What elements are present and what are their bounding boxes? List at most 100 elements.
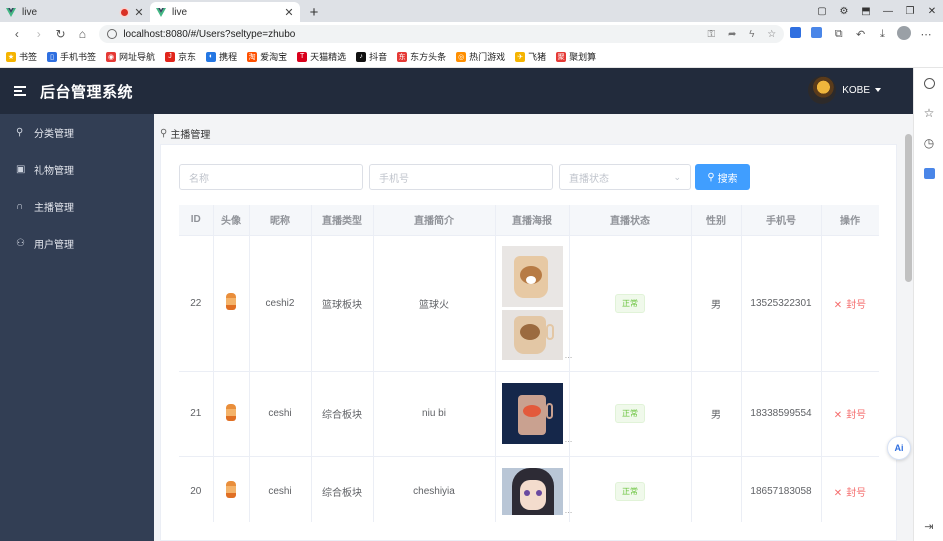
col-header: 操作 bbox=[821, 205, 879, 236]
sidebar-item-category[interactable]: ⚲ 分类管理 bbox=[0, 114, 154, 151]
cell-avatar bbox=[213, 456, 250, 522]
cell-id: 22 bbox=[179, 235, 214, 372]
cell-phone: 18338599554 bbox=[741, 371, 822, 457]
site-info-icon[interactable] bbox=[107, 29, 118, 39]
col-header: 昵称 bbox=[249, 205, 312, 236]
bookmark-item[interactable]: ◉ 网址导航 bbox=[106, 50, 155, 63]
cell-phone: 18657183058 bbox=[741, 456, 822, 522]
avatar-icon bbox=[226, 293, 236, 310]
download-icon[interactable]: ⤓ bbox=[871, 28, 893, 41]
name-input[interactable]: 名称 bbox=[179, 164, 363, 190]
maximize-button[interactable]: ❐ bbox=[899, 6, 921, 17]
scrollbar-thumb[interactable] bbox=[905, 134, 912, 282]
live-status-select[interactable]: 直播状态 ⌄ bbox=[559, 164, 691, 190]
sidebar-item-user[interactable]: ⚇ 用户管理 bbox=[0, 225, 154, 262]
user-menu[interactable]: KOBE bbox=[808, 76, 881, 104]
search-button[interactable]: ⚲ 搜索 bbox=[695, 164, 750, 190]
tab-list-icon[interactable]: ▢ bbox=[811, 6, 833, 17]
url-field[interactable]: localhost:8080/#/Users?seltype=zhubo ⚿ ➦… bbox=[99, 25, 785, 43]
page-scrollbar[interactable] bbox=[903, 124, 913, 531]
more-menu-icon[interactable]: ⋯ bbox=[915, 28, 937, 41]
browser-tab-1[interactable]: live ✕ bbox=[0, 2, 150, 22]
poster-image[interactable] bbox=[501, 246, 563, 307]
bookmark-item[interactable]: 东东方头条 bbox=[397, 50, 446, 63]
search-icon[interactable] bbox=[914, 68, 943, 98]
ai-assistant-button[interactable]: Ai bbox=[887, 436, 911, 460]
sidebar-item-label: 礼物管理 bbox=[34, 166, 74, 177]
ban-button[interactable]: ✕ 封号 bbox=[834, 300, 866, 311]
browser-tab-2[interactable]: live ✕ bbox=[150, 2, 300, 22]
home-icon[interactable]: ⌂ bbox=[71, 27, 93, 41]
bookmark-item[interactable]: J 京东 bbox=[165, 50, 196, 63]
phone-input[interactable]: 手机号 bbox=[369, 164, 553, 190]
bookmark-item[interactable]: ♪ 抖音 bbox=[356, 50, 387, 63]
cell-nick: ceshi2 bbox=[249, 235, 312, 372]
bookmark-item[interactable]: 聚聚划算 bbox=[556, 50, 596, 63]
bookmark-favicon-icon: ◎ bbox=[456, 51, 467, 62]
profile-icon[interactable] bbox=[893, 25, 915, 43]
browser-tabbar: live ✕ live ✕ + ▢ ⚙ ⬒ — ❐ ✕ bbox=[0, 0, 943, 22]
close-icon: ✕ bbox=[833, 299, 843, 311]
col-header: 性别 bbox=[691, 205, 742, 236]
poster-image[interactable] bbox=[501, 383, 563, 444]
bookmark-item[interactable]: ✈ 飞猪 bbox=[515, 50, 546, 63]
bookmark-item[interactable]: ▯ 手机书签 bbox=[47, 50, 96, 63]
cell-id: 21 bbox=[179, 371, 214, 457]
sidebar-item-label: 分类管理 bbox=[34, 129, 74, 140]
history-icon[interactable]: ◷ bbox=[914, 128, 943, 158]
bookmark-favicon-icon: ◉ bbox=[106, 51, 117, 62]
close-tab-icon[interactable]: ✕ bbox=[134, 6, 144, 19]
poster-image[interactable] bbox=[501, 310, 563, 360]
bookmark-item[interactable]: T 天猫精选 bbox=[297, 50, 346, 63]
cell-type: 综合板块 bbox=[311, 456, 374, 522]
sidebar: ⚲ 分类管理 ▣ 礼物管理 ∩ 主播管理 ⚇ 用户管理 bbox=[0, 114, 154, 541]
bookmark-item[interactable]: ◎ 热门游戏 bbox=[456, 50, 505, 63]
sidebar-item-gift[interactable]: ▣ 礼物管理 bbox=[0, 151, 154, 188]
col-header: 直播状态 bbox=[569, 205, 692, 236]
bookmark-item[interactable]: ★ 书签 bbox=[6, 50, 37, 63]
bookmark-favicon-icon: ♪ bbox=[356, 51, 367, 62]
headset-icon: ∩ bbox=[16, 201, 24, 212]
bookmarks-bar: ★ 书签 ▯ 手机书签 ◉ 网址导航 J 京东 ◐ 携程淘爱淘宝 T 天猫精选 ♪ 抖音东东方头条 ◎ 热门游… bbox=[0, 46, 943, 68]
ban-button[interactable]: ✕ 封号 bbox=[834, 410, 866, 421]
sidebar-item-anchor[interactable]: ∩ 主播管理 bbox=[0, 188, 154, 225]
bookmark-favicon-icon: ▯ bbox=[47, 51, 58, 62]
cell-nick: ceshi bbox=[249, 456, 312, 522]
back-icon[interactable]: ‹ bbox=[6, 27, 28, 41]
vue-logo-icon bbox=[156, 7, 166, 17]
forward-icon[interactable]: › bbox=[28, 27, 50, 41]
pin-icon[interactable]: ⬒ bbox=[855, 6, 877, 17]
menu-toggle-icon[interactable] bbox=[14, 86, 26, 96]
extension-icon[interactable]: ⚙ bbox=[833, 6, 855, 17]
collapse-panel-icon[interactable]: ⇥ bbox=[914, 520, 943, 533]
sidebar-extension-icon[interactable] bbox=[806, 27, 828, 41]
reload-icon[interactable]: ↻ bbox=[50, 27, 72, 41]
cell-poster: … bbox=[495, 456, 573, 522]
cell-intro: niu bi bbox=[373, 371, 496, 457]
favorites-icon[interactable]: ☆ bbox=[914, 98, 943, 128]
star-icon[interactable]: ☆ bbox=[767, 29, 776, 40]
ban-button[interactable]: ✕ 封号 bbox=[834, 488, 866, 499]
content-panel: 名称 手机号 直播状态 ⌄ ⚲ 搜索 ID 头像 昵称 直播类型 直播简介 直播… bbox=[160, 144, 897, 541]
puzzle-icon[interactable]: ⧉ bbox=[828, 28, 850, 41]
chevron-down-icon: ⌄ bbox=[673, 171, 681, 182]
close-icon: ✕ bbox=[833, 410, 843, 421]
close-window-button[interactable]: ✕ bbox=[921, 6, 943, 17]
bookmark-item[interactable]: ◐ 携程 bbox=[206, 50, 237, 63]
poster-image[interactable] bbox=[501, 467, 563, 515]
address-bar: ‹ › ↻ ⌂ localhost:8080/#/Users?seltype=z… bbox=[0, 22, 943, 46]
user-icon: ⚇ bbox=[16, 238, 25, 249]
close-tab-icon[interactable]: ✕ bbox=[284, 6, 294, 19]
app-icon[interactable] bbox=[914, 158, 943, 188]
search-icon: ⚲ bbox=[707, 171, 715, 183]
share-icon[interactable]: ➦ bbox=[728, 29, 736, 40]
undo-icon[interactable]: ↶ bbox=[850, 28, 872, 41]
avatar[interactable] bbox=[808, 76, 837, 104]
new-tab-button[interactable]: + bbox=[304, 2, 324, 22]
bookmark-item[interactable]: 淘爱淘宝 bbox=[247, 50, 287, 63]
bolt-icon[interactable]: ϟ bbox=[749, 29, 754, 40]
translate-extension-icon[interactable] bbox=[784, 27, 806, 41]
bookmark-favicon-icon: J bbox=[165, 51, 176, 62]
key-icon[interactable]: ⚿ bbox=[708, 29, 716, 40]
minimize-button[interactable]: — bbox=[877, 6, 899, 17]
